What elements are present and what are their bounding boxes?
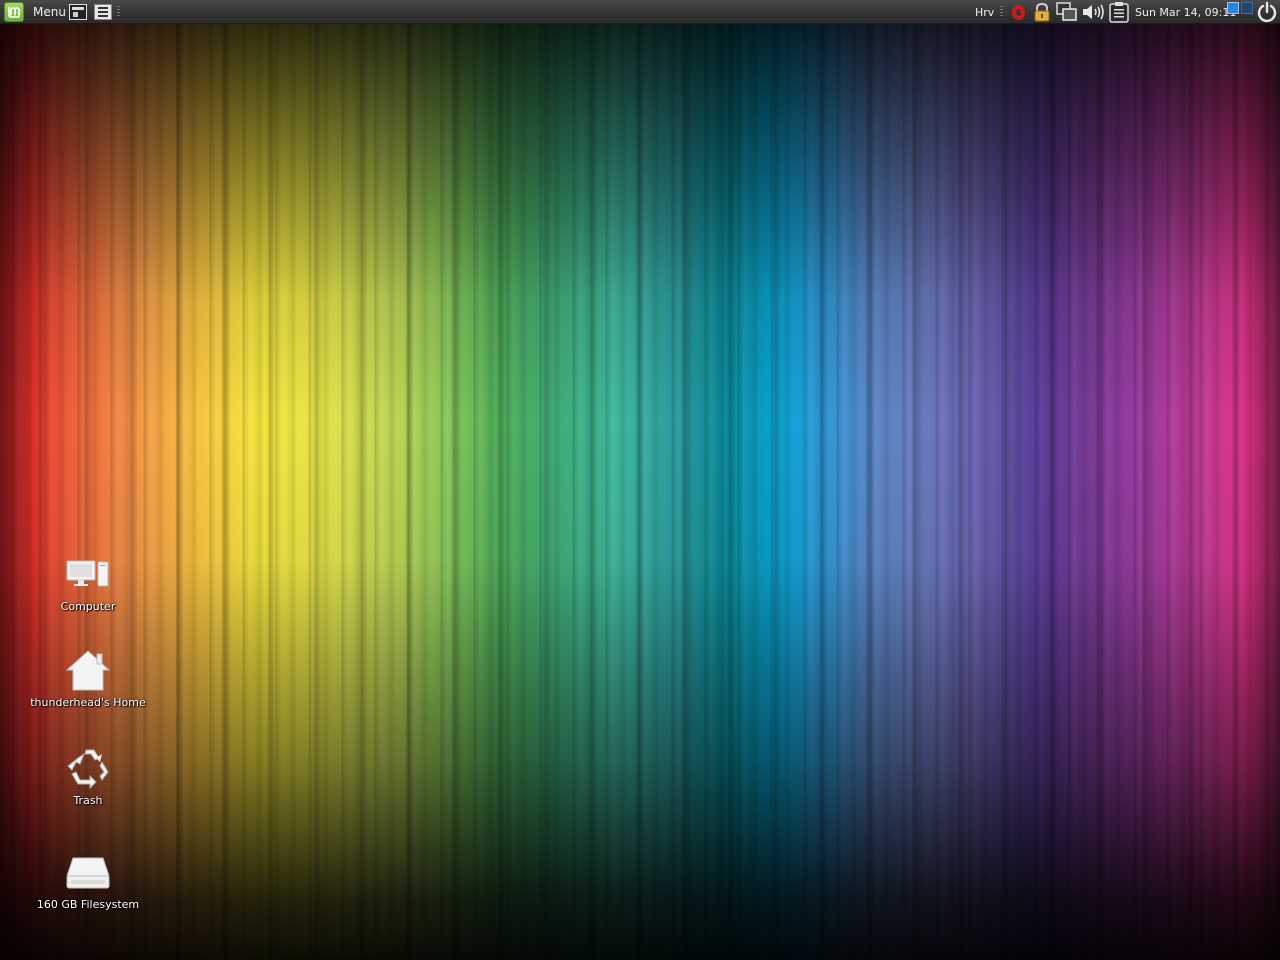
wallpaper-vignette [0,0,1280,960]
desktop-icon-label: Trash [73,794,103,807]
keyboard-layout-indicator[interactable]: Hrv [975,0,994,24]
opera-tray-icon[interactable] [1010,2,1026,22]
clock[interactable]: Sun Mar 14, 09:11 [1135,0,1236,24]
clipboard-icon [1109,2,1129,23]
desktop-icon-label: Computer [60,600,116,613]
opera-icon [1011,4,1025,20]
workspace-2[interactable] [1241,2,1253,14]
padlock-icon [1034,2,1050,22]
workspace-1[interactable] [1227,2,1239,14]
windows-icon [1056,2,1077,21]
desktop-icon-label: 160 GB Filesystem [36,898,140,911]
menu-button[interactable]: Menu [4,0,66,24]
show-desktop-icon [69,4,87,20]
desktop-icon-computer[interactable]: Computer [28,552,148,628]
file-manager-launcher[interactable] [94,0,112,24]
panel-drag-handle[interactable] [1000,6,1003,18]
volume-tray-icon[interactable] [1081,2,1107,22]
computer-icon [64,552,112,596]
speaker-icon [1083,4,1104,20]
desktop-wallpaper [0,0,1280,960]
drive-icon [64,850,112,894]
home-folder-icon [64,648,112,692]
clipboard-tray-icon[interactable] [1107,2,1131,23]
linux-mint-logo-icon [4,2,24,22]
desktop-icon-home[interactable]: thunderhead's Home [28,648,148,724]
file-manager-icon [94,4,112,20]
show-desktop-launcher[interactable] [69,0,87,24]
trash-icon [64,746,112,790]
desktop-icon-trash[interactable]: Trash [28,746,148,822]
shutdown-button[interactable] [1256,1,1278,23]
panel-drag-handle[interactable] [117,6,120,18]
window-list-tray-icon[interactable] [1055,2,1079,22]
menu-label: Menu [33,5,66,19]
desktop-icon-label: thunderhead's Home [30,696,146,709]
lock-tray-icon[interactable] [1033,2,1051,22]
power-icon [1257,1,1277,23]
top-panel: Menu Hrv Sun Mar 14, 09:11 [0,0,1280,24]
desktop-icon-filesystem[interactable]: 160 GB Filesystem [28,850,148,926]
